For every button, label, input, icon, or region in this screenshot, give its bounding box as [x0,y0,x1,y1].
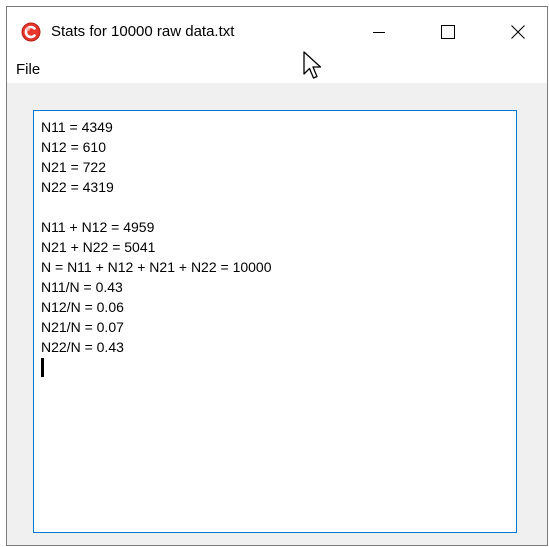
text-line: N = N11 + N12 + N21 + N22 = 10000 [41,259,272,275]
stats-text-area[interactable]: N11 = 4349 N12 = 610 N21 = 722 N22 = 431… [33,110,517,533]
maximize-icon [441,24,455,39]
text-line: N11 + N12 = 4959 [41,219,155,235]
text-line: N21 + N22 = 5041 [41,239,156,255]
text-line: N12/N = 0.06 [41,299,124,315]
text-line: N12 = 610 [41,139,106,155]
text-line [41,197,509,217]
text-caret [41,358,44,377]
minimize-icon [373,31,385,33]
text-line: N22/N = 0.43 [41,339,124,355]
caret-line [41,357,509,377]
window-title: Stats for 10000 raw data.txt [51,23,235,40]
title-bar[interactable]: Stats for 10000 raw data.txt [7,7,547,56]
maximize-button[interactable] [425,7,471,56]
text-line: N21 = 722 [41,159,106,175]
menu-bar: File [7,56,547,83]
text-line: N22 = 4319 [41,179,114,195]
app-window: Stats for 10000 raw data.txt File N11 = … [6,6,548,546]
text-line: N21/N = 0.07 [41,319,124,335]
minimize-button[interactable] [356,7,402,56]
text-line: N11/N = 0.43 [41,279,123,295]
client-area: N11 = 4349 N12 = 610 N21 = 722 N22 = 431… [7,83,547,545]
close-icon [511,24,525,39]
text-line: N11 = 4349 [41,119,113,135]
menu-file[interactable]: File [14,60,42,80]
close-button[interactable] [495,7,541,56]
app-icon[interactable] [21,22,41,42]
mouse-pointer-icon [303,51,322,79]
